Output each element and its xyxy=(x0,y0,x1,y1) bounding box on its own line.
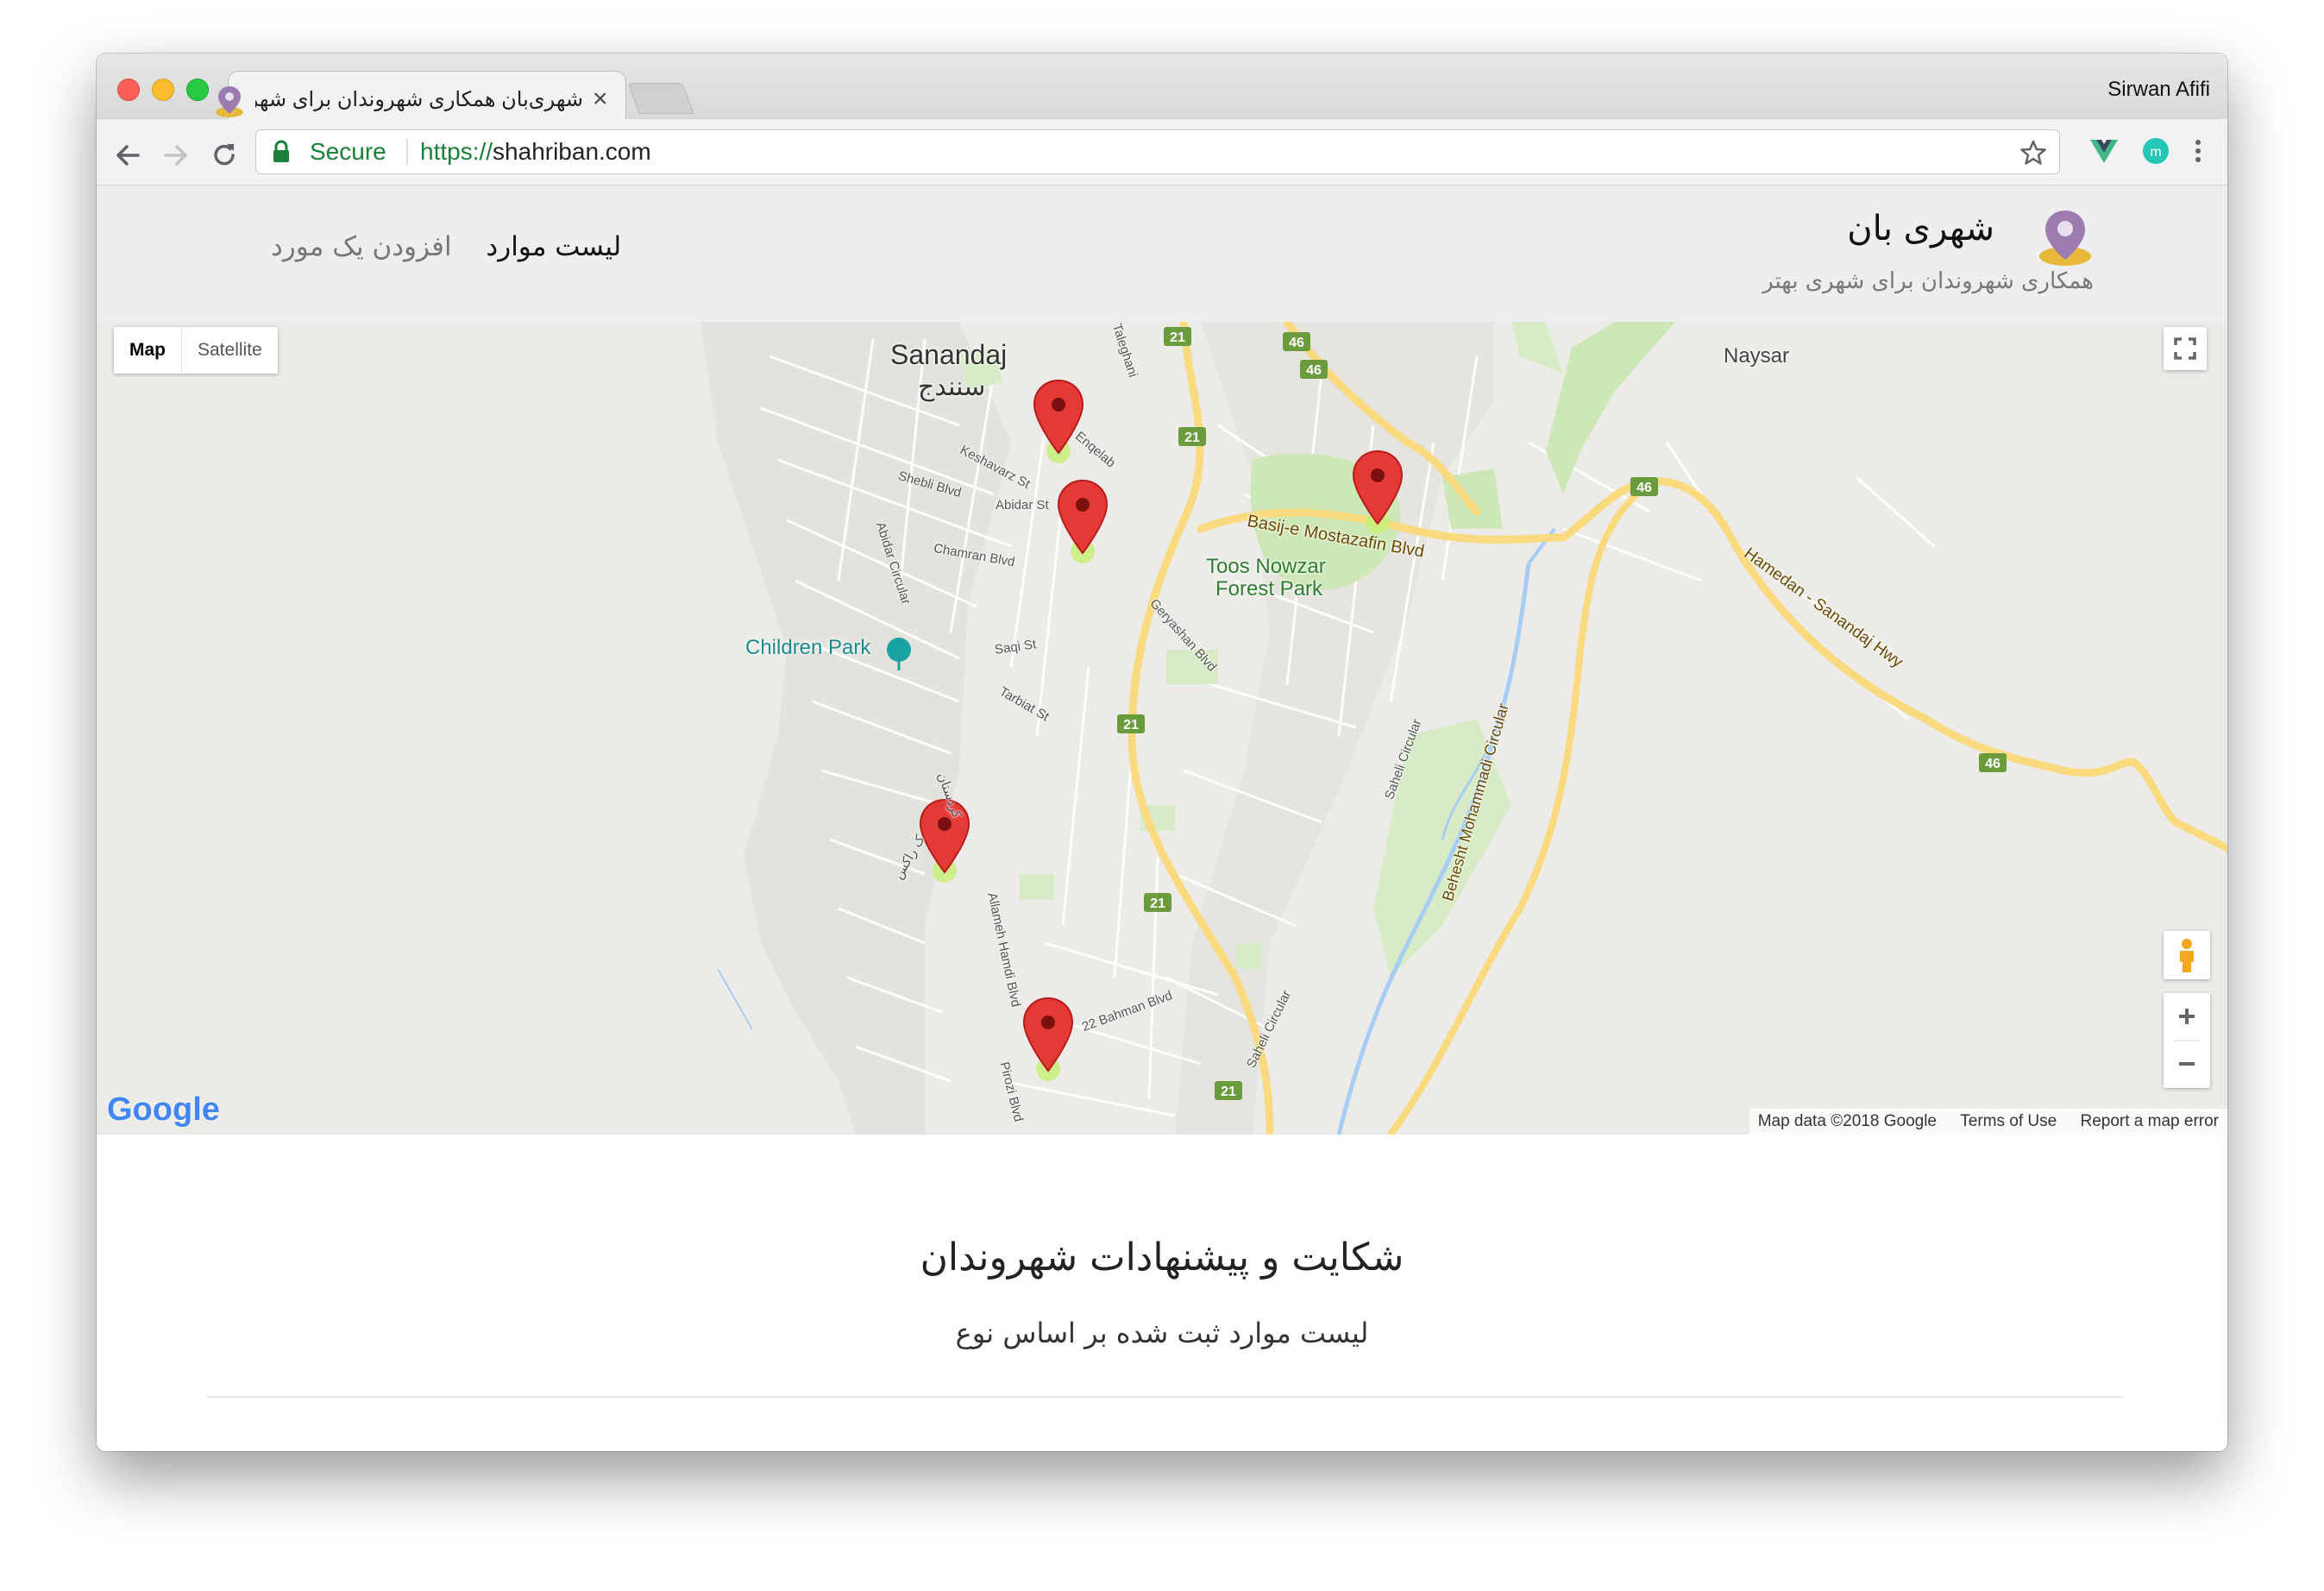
page-title: شکایت و پیشنهادات شهروندان xyxy=(920,1236,1404,1280)
browser-toolbar: Secure https://shahriban.com m xyxy=(97,119,2227,186)
zoom-control xyxy=(2164,993,2210,1088)
address-bar[interactable]: Secure https://shahriban.com xyxy=(255,129,2060,174)
url-host: shahriban.com xyxy=(493,138,651,165)
fullscreen-icon xyxy=(2174,337,2196,360)
forward-icon[interactable] xyxy=(160,140,192,171)
map-view[interactable]: 21 21 21 21 21 46 46 46 46 Sanandaj سنند… xyxy=(97,322,2227,1135)
close-window-button[interactable] xyxy=(117,79,140,101)
lock-icon xyxy=(273,140,289,162)
nav-add-item[interactable]: افزودن یک مورد xyxy=(271,231,452,262)
terms-of-use-link[interactable]: Terms of Use xyxy=(1960,1112,2057,1130)
tab-close-icon[interactable]: × xyxy=(593,84,608,115)
svg-text:21: 21 xyxy=(1123,718,1139,733)
svg-text:21: 21 xyxy=(1184,431,1200,445)
report-map-error-link[interactable]: Report a map error xyxy=(2080,1112,2219,1130)
map-label-park-2: Forest Park xyxy=(1215,577,1323,601)
url-scheme: https:// xyxy=(420,138,493,165)
road-shield: 46 xyxy=(1300,360,1328,379)
google-logo[interactable]: Google xyxy=(107,1091,220,1128)
reload-icon[interactable] xyxy=(209,140,240,171)
road-shield: 46 xyxy=(1630,477,1658,496)
vue-devtools-icon[interactable] xyxy=(2089,138,2119,164)
secure-label: Secure xyxy=(310,138,386,165)
svg-text:21: 21 xyxy=(1221,1085,1236,1099)
brand-name[interactable]: شهری بان xyxy=(1847,204,1994,253)
browser-window: شهری‌بان همکاری شهروندان برای شهری بهتر … xyxy=(97,53,2227,1451)
back-icon[interactable] xyxy=(112,140,143,171)
site-header: شهری بان همکاری شهروندان برای شهری بهتر … xyxy=(97,186,2227,323)
road-shield: 46 xyxy=(1283,332,1310,351)
fullscreen-button[interactable] xyxy=(2164,327,2207,370)
svg-text:21: 21 xyxy=(1170,330,1185,345)
url-text: https://shahriban.com xyxy=(420,137,651,167)
omnibox-divider xyxy=(406,139,408,165)
profile-name[interactable]: Sirwan Afifi xyxy=(2107,76,2210,104)
street-view-pegman[interactable] xyxy=(2164,931,2210,979)
map-label-children-park: Children Park xyxy=(745,636,871,659)
svg-text:46: 46 xyxy=(1985,757,2001,771)
svg-text:m: m xyxy=(2150,145,2161,160)
title-bar: شهری‌بان همکاری شهروندان برای شهری بهتر … xyxy=(97,53,2227,122)
svg-text:46: 46 xyxy=(1306,363,1322,378)
map-marker[interactable] xyxy=(1022,997,1074,1081)
new-tab-button[interactable] xyxy=(627,83,694,114)
road-shield: 21 xyxy=(1178,427,1206,446)
tab-title: شهری‌بان همکاری شهروندان برای شهری بهتر xyxy=(255,88,583,111)
map-data-credit: Map data ©2018 Google xyxy=(1757,1112,1937,1130)
road-shield: 46 xyxy=(1979,753,2007,772)
map-attribution: Map data ©2018 Google Terms of Use Repor… xyxy=(1749,1109,2227,1135)
page-subtitle: لیست موارد ثبت شده بر اساس نوع xyxy=(955,1317,1369,1349)
pegman-icon xyxy=(2180,939,2194,972)
map-label-park-1: Toos Nowzar xyxy=(1206,555,1326,578)
map-type-satellite-button[interactable]: Satellite xyxy=(181,327,278,374)
svg-text:21: 21 xyxy=(1150,896,1165,911)
minimize-window-button[interactable] xyxy=(152,79,174,101)
svg-text:46: 46 xyxy=(1636,481,1652,495)
brand-pin-icon xyxy=(2039,211,2091,266)
map-marker[interactable] xyxy=(1057,479,1109,563)
location-pin-icon xyxy=(216,86,243,117)
bookmark-star-icon[interactable] xyxy=(2019,139,2047,167)
google-logo-text: Google xyxy=(107,1091,220,1128)
road-shield: 21 xyxy=(1117,714,1145,733)
road-shield: 21 xyxy=(1144,893,1171,912)
map-type-map-button[interactable]: Map xyxy=(114,327,181,374)
brand-tagline: همکاری شهروندان برای شهری بهتر xyxy=(1762,268,2094,294)
map-label-city: Sanandaj xyxy=(890,339,1008,370)
map-label-abidar-st: Abidar St xyxy=(996,498,1049,513)
maximize-window-button[interactable] xyxy=(186,79,209,101)
map-type-control: Map Satellite xyxy=(114,327,278,374)
main-nav: لیست موارد افزودن یک مورد xyxy=(245,227,621,267)
zoom-in-button[interactable] xyxy=(2164,993,2210,1041)
map-label-city-fa: سنندج xyxy=(918,372,986,402)
svg-text:46: 46 xyxy=(1289,336,1304,350)
nav-list-items[interactable]: لیست موارد xyxy=(486,231,621,262)
divider xyxy=(207,1396,2122,1398)
zoom-out-button[interactable] xyxy=(2164,1041,2210,1088)
road-shield: 21 xyxy=(1164,327,1191,346)
map-canvas[interactable]: 21 21 21 21 21 46 46 46 46 xyxy=(97,322,2227,1135)
map-label-naysar: Naysar xyxy=(1724,344,1790,368)
road-shield: 21 xyxy=(1215,1081,1242,1100)
extension-m-icon[interactable]: m xyxy=(2141,136,2170,166)
menu-kebab-icon[interactable] xyxy=(2191,136,2205,166)
children-park-icon[interactable] xyxy=(887,638,911,662)
